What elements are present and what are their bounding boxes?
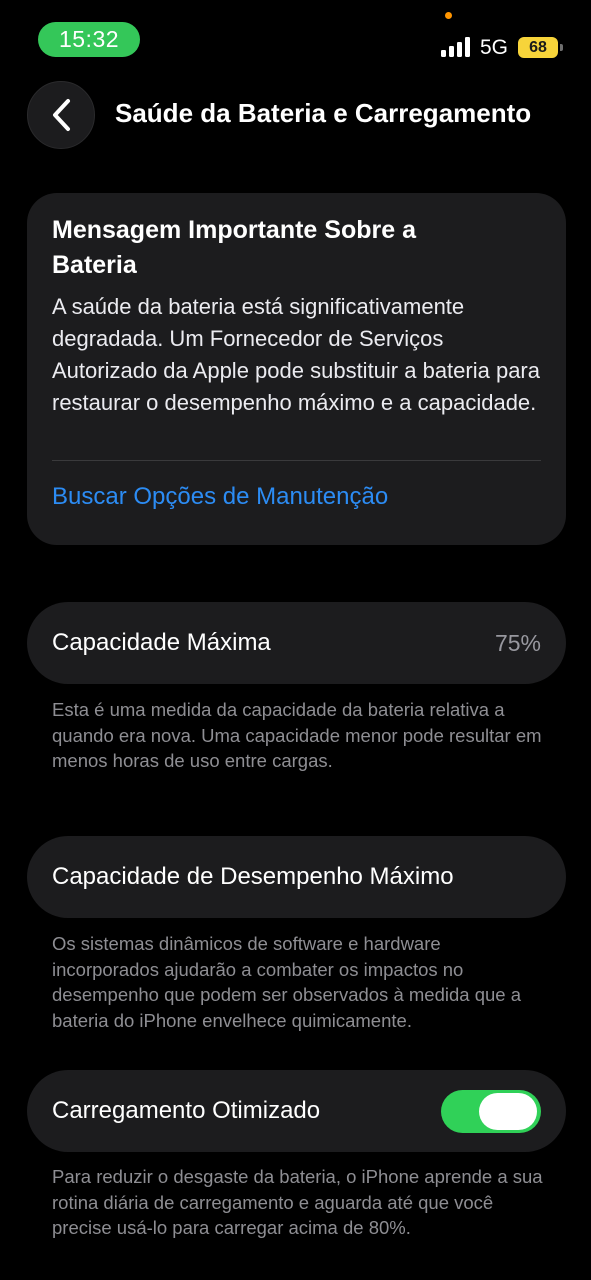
battery-cap: [560, 44, 563, 51]
card-divider: [52, 460, 541, 461]
status-bar: 15:32 5G 68: [0, 0, 591, 70]
cellular-signal-icon: [441, 37, 470, 57]
battery-message-card: Mensagem Importante Sobre a Bateria A sa…: [27, 193, 566, 545]
max-capacity-value: 75%: [494, 629, 541, 656]
optimized-charging-row: Carregamento Otimizado: [27, 1070, 566, 1152]
peak-performance-row: Capacidade de Desempenho Máximo: [27, 836, 566, 918]
optimized-charging-label: Carregamento Otimizado: [52, 1097, 321, 1124]
peak-performance-footnote: Os sistemas dinâmicos de software e hard…: [52, 933, 521, 1031]
status-time[interactable]: 15:32: [38, 22, 140, 57]
max-capacity-label: Capacidade Máxima: [52, 629, 271, 656]
max-capacity-row: Capacidade Máxima 75%: [27, 602, 566, 684]
message-title: Mensagem Importante Sobre a Bateria: [52, 216, 416, 279]
service-options-link[interactable]: Buscar Opções de Manutenção: [52, 483, 388, 511]
battery-icon: 68: [518, 37, 564, 58]
optimized-charging-footnote: Para reduzir o desgaste da bateria, o iP…: [52, 1166, 543, 1238]
message-body: A saúde da bateria está significativamen…: [52, 294, 540, 415]
privacy-indicator-dot: [445, 12, 452, 19]
toggle-knob: [479, 1092, 537, 1130]
chevron-left-icon: [53, 99, 70, 131]
page-title: Saúde da Bateria e Carregamento: [115, 98, 532, 128]
optimized-charging-toggle[interactable]: [441, 1089, 541, 1133]
battery-level: 68: [518, 37, 558, 58]
back-button[interactable]: [27, 81, 95, 149]
peak-performance-label: Capacidade de Desempenho Máximo: [52, 863, 454, 890]
network-type: 5G: [480, 36, 509, 59]
max-capacity-footnote: Esta é uma medida da capacidade da bater…: [52, 699, 542, 771]
